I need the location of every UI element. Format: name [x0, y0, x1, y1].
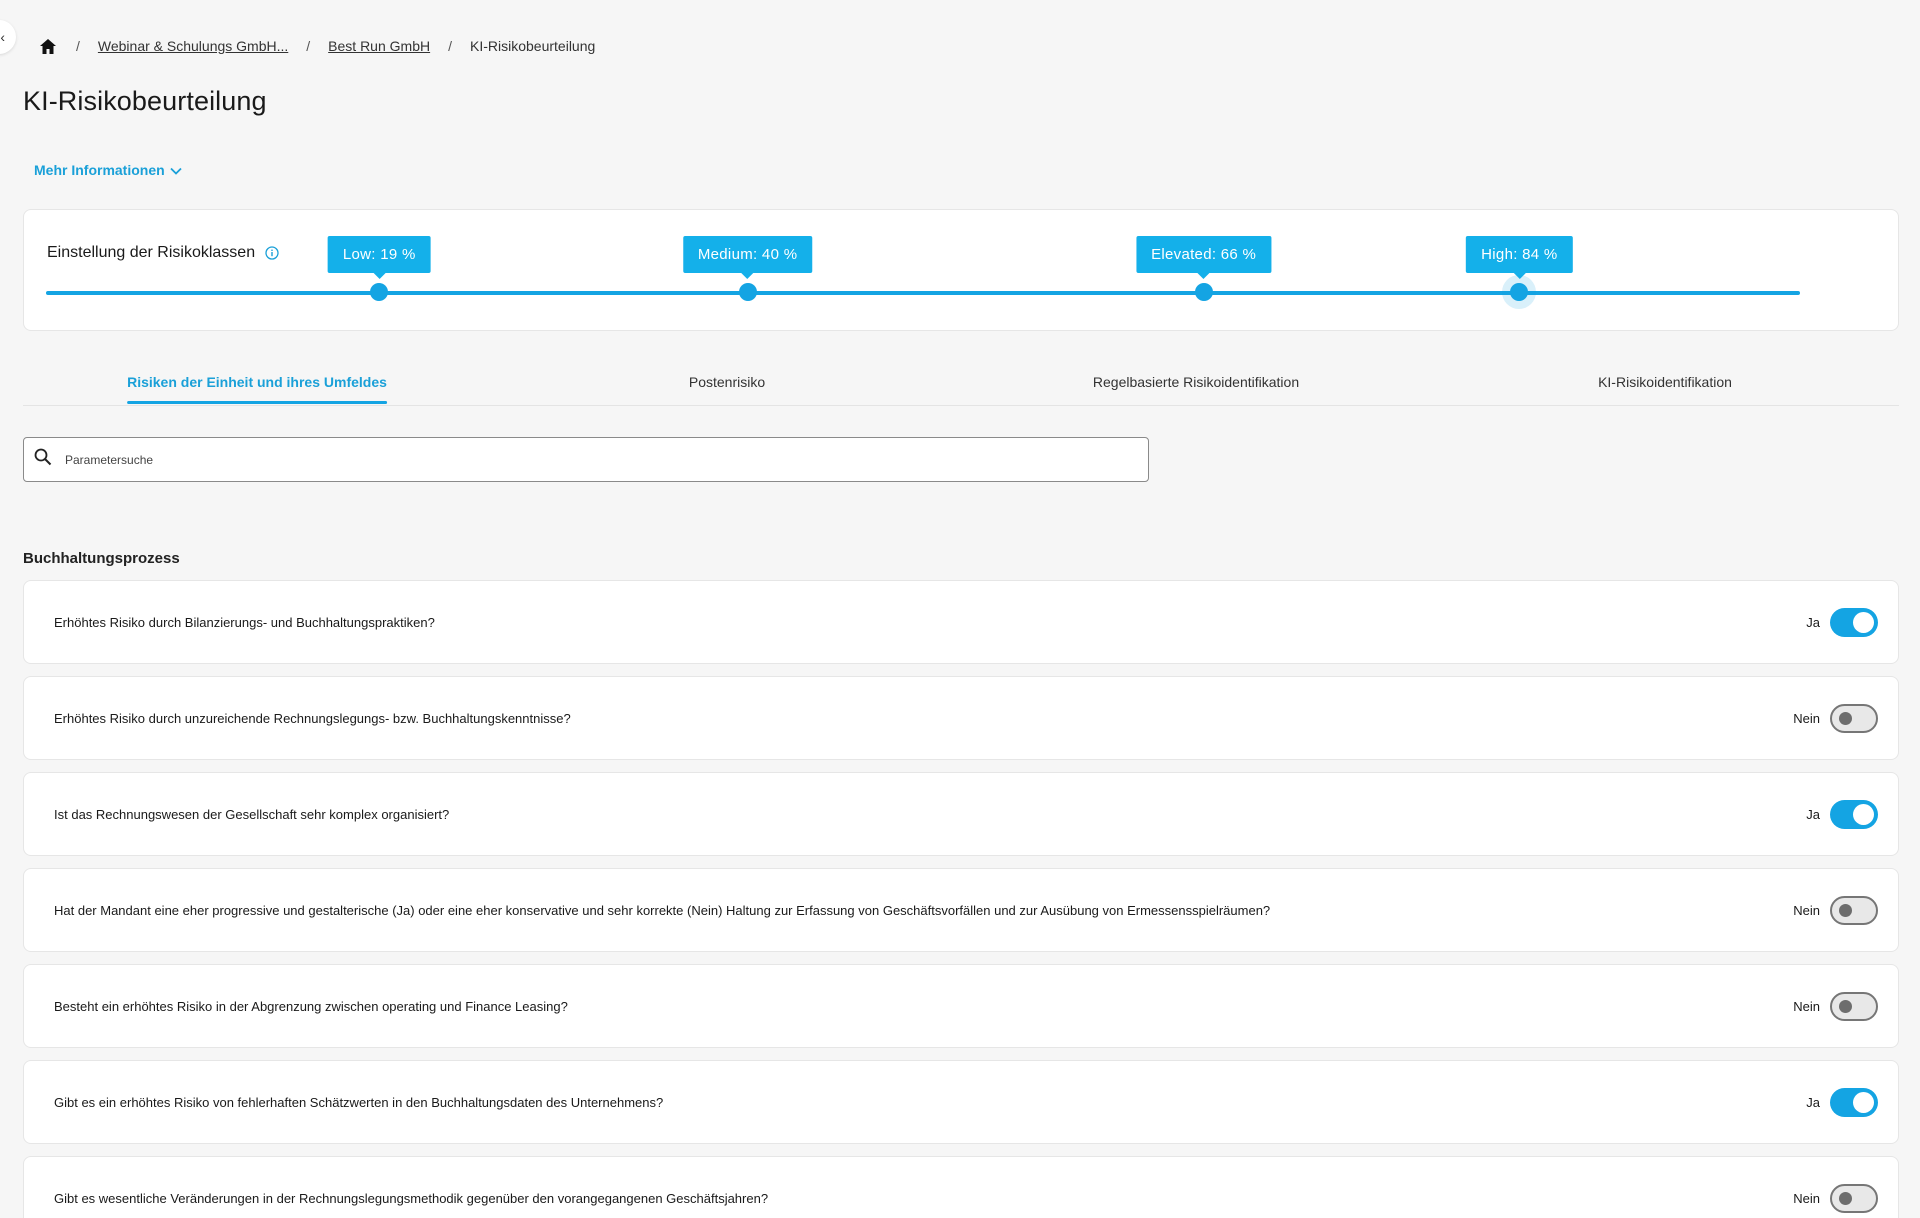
more-info-label: Mehr Informationen — [34, 162, 165, 178]
question-value-label: Nein — [1793, 902, 1820, 918]
search-icon — [34, 448, 52, 471]
question-text: Ist das Rechnungswesen der Gesellschaft … — [54, 806, 450, 822]
toggle-knob — [1853, 803, 1874, 825]
toggle-knob — [1853, 611, 1874, 633]
sidebar-collapse-button[interactable]: ‹ — [0, 20, 16, 54]
question-toggle[interactable] — [1830, 607, 1878, 637]
question-row: Gibt es wesentliche Veränderungen in der… — [23, 1156, 1899, 1218]
risk-class-value-label: Medium: 40 % — [682, 236, 813, 279]
chevron-down-icon — [170, 162, 182, 178]
question-toggle[interactable] — [1830, 799, 1878, 829]
risk-class-slider-track[interactable] — [46, 291, 1800, 295]
home-icon[interactable] — [40, 37, 58, 55]
question-row: Gibt es ein erhöhtes Risiko von fehlerha… — [23, 1060, 1899, 1144]
question-row: Besteht ein erhöhtes Risiko in der Abgre… — [23, 964, 1899, 1048]
question-toggle[interactable] — [1830, 1087, 1878, 1117]
chevron-left-icon: ‹ — [0, 29, 5, 45]
page-title: KI-Risikobeurteilung — [23, 86, 267, 116]
toggle-knob — [1839, 1191, 1852, 1205]
tab-ai-risk-identification[interactable]: KI-Risikoidentifikation — [1598, 374, 1732, 404]
question-text: Hat der Mandant eine eher progressive un… — [54, 902, 1271, 918]
breadcrumb: / Webinar & Schulungs GmbH... / Best Run… — [40, 36, 595, 56]
risk-class-slider-handle[interactable] — [370, 283, 389, 301]
breadcrumb-separator: / — [306, 38, 311, 54]
more-info-toggle[interactable]: Mehr Informationen — [34, 162, 182, 178]
risk-class-settings-card: Einstellung der Risikoklassen Low: 19 % M… — [23, 209, 1899, 331]
question-value-label: Ja — [1806, 1094, 1820, 1110]
risk-class-slider-handle[interactable] — [738, 283, 757, 301]
breadcrumb-current: KI-Risikobeurteilung — [470, 38, 596, 54]
info-icon[interactable] — [265, 246, 279, 260]
tab-rule-based-risk-identification[interactable]: Regelbasierte Risikoidentifikation — [1093, 374, 1299, 404]
breadcrumb-link-client[interactable]: Best Run GmbH — [328, 38, 430, 54]
risk-class-slider-handle[interactable] — [1194, 283, 1213, 301]
question-value-label: Ja — [1806, 806, 1820, 822]
toggle-knob — [1839, 711, 1852, 725]
question-row: Erhöhtes Risiko durch Bilanzierungs- und… — [23, 580, 1899, 664]
question-value-label: Nein — [1793, 710, 1820, 726]
parameter-search — [23, 437, 1149, 482]
toggle-knob — [1839, 903, 1852, 917]
question-text: Erhöhtes Risiko durch unzureichende Rech… — [54, 710, 571, 726]
question-list: Erhöhtes Risiko durch Bilanzierungs- und… — [23, 580, 1899, 1218]
tab-item-risk[interactable]: Postenrisiko — [689, 374, 765, 404]
tab-entity-risks[interactable]: Risiken der Einheit und ihres Umfeldes — [127, 374, 387, 404]
breadcrumb-separator: / — [76, 38, 80, 54]
question-value-label: Ja — [1806, 614, 1820, 630]
question-row: Hat der Mandant eine eher progressive un… — [23, 868, 1899, 952]
risk-class-settings-label: Einstellung der Risikoklassen — [47, 244, 256, 261]
risk-class-value-label: Low: 19 % — [327, 236, 431, 279]
question-toggle[interactable] — [1830, 703, 1878, 733]
question-row: Ist das Rechnungswesen der Gesellschaft … — [23, 772, 1899, 856]
question-value-label: Nein — [1793, 998, 1820, 1014]
question-toggle[interactable] — [1830, 991, 1878, 1021]
toggle-knob — [1853, 1091, 1874, 1113]
risk-class-settings-title: Einstellung der Risikoklassen — [47, 244, 279, 262]
question-text: Besteht ein erhöhtes Risiko in der Abgre… — [54, 998, 568, 1014]
question-text: Gibt es wesentliche Veränderungen in der… — [54, 1190, 769, 1206]
risk-class-slider-handle[interactable] — [1510, 283, 1529, 301]
search-input[interactable] — [65, 452, 1148, 467]
breadcrumb-link-company[interactable]: Webinar & Schulungs GmbH... — [98, 38, 288, 54]
question-row: Erhöhtes Risiko durch unzureichende Rech… — [23, 676, 1899, 760]
tab-bar: Risiken der Einheit und ihres Umfeldes P… — [23, 364, 1899, 406]
question-toggle[interactable] — [1830, 1183, 1878, 1213]
question-text: Erhöhtes Risiko durch Bilanzierungs- und… — [54, 614, 435, 630]
section-title: Buchhaltungsprozess — [23, 550, 180, 567]
toggle-knob — [1839, 999, 1852, 1013]
question-text: Gibt es ein erhöhtes Risiko von fehlerha… — [54, 1094, 664, 1110]
question-toggle[interactable] — [1830, 895, 1878, 925]
risk-class-value-label: Elevated: 66 % — [1136, 236, 1272, 279]
breadcrumb-separator: / — [448, 38, 452, 54]
risk-class-value-label: High: 84 % — [1466, 236, 1573, 279]
question-value-label: Nein — [1793, 1190, 1820, 1206]
app-page: ‹ / Webinar & Schulungs GmbH... / Best R… — [0, 0, 1920, 1218]
